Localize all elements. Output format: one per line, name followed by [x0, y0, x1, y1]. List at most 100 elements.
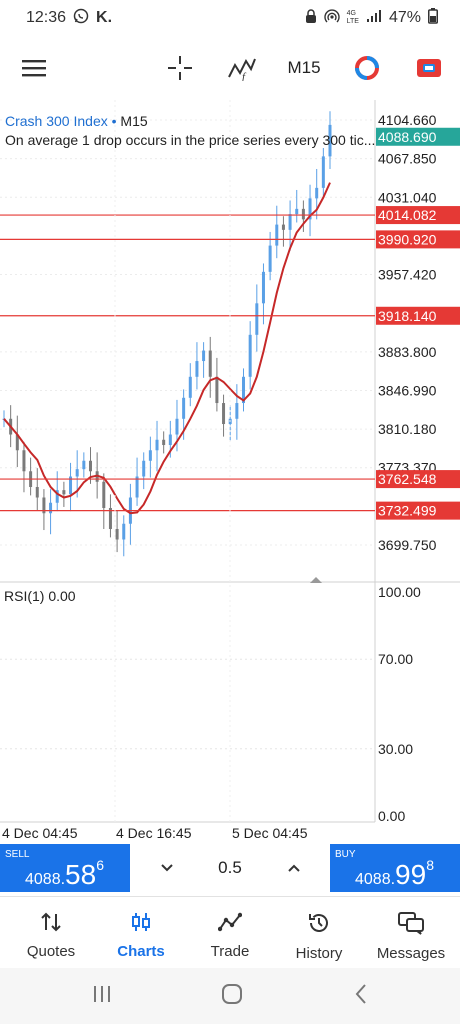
rsi-axis-label: 30.00: [378, 741, 413, 757]
lock-icon: [305, 8, 317, 28]
price-level-value: 3762.548: [378, 471, 437, 487]
price-axis-label: 4031.040: [378, 189, 437, 205]
candle-body: [75, 469, 79, 477]
nav-trade-label: Trade: [210, 943, 250, 960]
candle-body: [195, 361, 199, 377]
price-level-value: 3732.499: [378, 503, 437, 519]
messages-icon: [397, 911, 425, 939]
signal-icon: [366, 9, 382, 28]
charts-icon: [130, 911, 152, 937]
chart-toolbar: f M15: [0, 40, 460, 96]
scroll-marker: [310, 577, 322, 583]
svg-text:f: f: [242, 71, 247, 81]
symbol-description: On average 1 drop occurs in the price se…: [5, 132, 376, 148]
price-level-value: 3918.140: [378, 308, 437, 324]
nav-messages-label: Messages: [376, 945, 446, 962]
candle-body: [115, 528, 119, 540]
indicators-icon[interactable]: f: [224, 50, 260, 86]
candle-body: [275, 224, 279, 246]
price-level-value: 4014.082: [378, 207, 437, 223]
quotes-icon: [40, 911, 62, 937]
nav-charts-label: Charts: [117, 943, 165, 960]
home-icon[interactable]: [220, 982, 244, 1011]
candle-body: [208, 350, 212, 377]
timeframe-button[interactable]: M15: [280, 50, 328, 86]
rsi-axis-label: 100.00: [378, 584, 421, 600]
rsi-axis-label: 70.00: [378, 651, 413, 667]
chart-symbol-title: Crash 300 Index • M15: [5, 113, 148, 129]
candle-body: [288, 214, 292, 230]
candle-body: [261, 271, 265, 304]
battery-level: 47%: [388, 9, 421, 26]
sell-price: 4088.586: [25, 857, 104, 890]
chart-type-icon[interactable]: [350, 50, 384, 86]
candle-body: [62, 490, 66, 495]
sell-button[interactable]: SELL 4088.586: [0, 844, 130, 892]
nav-history[interactable]: History: [273, 897, 365, 969]
price-axis-label: 3810.180: [378, 421, 437, 437]
candle-body: [301, 208, 305, 220]
price-axis-label: 4104.660: [378, 112, 437, 128]
candle-body: [22, 450, 26, 472]
nav-history-label: History: [295, 945, 343, 962]
system-navigation-bar: [0, 968, 460, 1024]
network-type: 4G LTE: [346, 10, 359, 25]
candle-body: [35, 487, 39, 498]
status-bar: 12:36 K. 4G LTE 47%: [0, 0, 460, 36]
price-axis-label: 3846.990: [378, 382, 437, 398]
price-level-value: 3990.920: [378, 231, 437, 247]
hotspot-icon: [324, 8, 340, 29]
candle-body: [82, 460, 86, 470]
rsi-indicator-label: RSI(1) 0.00: [4, 588, 76, 604]
candle-body: [255, 303, 259, 335]
volume-decrease-button[interactable]: [155, 856, 179, 880]
bottom-navigation: Quotes Charts Trade History Messages: [0, 896, 460, 968]
moving-average-line: [3, 182, 331, 515]
nav-trade[interactable]: Trade: [184, 897, 276, 969]
back-icon[interactable]: [350, 982, 374, 1011]
candle-body: [182, 397, 186, 419]
one-click-trade-panel: SELL 4088.586 0.5 BUY 4088.998: [0, 844, 460, 892]
symbol-name: Crash 300 Index: [5, 113, 108, 129]
volume-increase-button[interactable]: [282, 856, 306, 880]
price-axis-label: 3883.800: [378, 344, 437, 360]
candle-body: [248, 334, 252, 377]
recent-apps-icon[interactable]: [90, 982, 114, 1011]
candle-body: [49, 502, 53, 514]
candle-body: [155, 439, 159, 451]
price-axis-label: 3957.420: [378, 267, 437, 283]
nav-messages[interactable]: Messages: [363, 897, 459, 969]
nav-charts[interactable]: Charts: [95, 897, 187, 969]
crosshair-icon[interactable]: [164, 50, 196, 86]
nav-quotes[interactable]: Quotes: [5, 897, 97, 969]
candle-body: [295, 208, 299, 215]
price-axis-label: 3699.750: [378, 537, 437, 553]
title-separator: •: [107, 113, 121, 129]
candle-body: [175, 418, 179, 435]
app-notification-label: K.: [96, 9, 113, 26]
candle-body: [222, 403, 226, 425]
candle-body: [122, 523, 126, 540]
one-click-trading-icon[interactable]: [412, 50, 446, 86]
trade-icon: [217, 911, 243, 937]
candle-body: [215, 376, 219, 404]
candle-body: [235, 403, 239, 419]
candle-body: [321, 156, 325, 188]
time-axis-label: 4 Dec 04:45: [2, 825, 78, 841]
buy-button[interactable]: BUY 4088.998: [330, 844, 460, 892]
price-chart[interactable]: 4104.660 4067.850 4031.040 3957.420 3883.800…: [0, 100, 460, 844]
volume-value[interactable]: 0.5: [200, 858, 260, 878]
current-price-value: 4088.690: [378, 129, 437, 145]
battery-icon: [428, 7, 438, 29]
price-axis-label: 4067.850: [378, 151, 437, 167]
clock: 12:36: [26, 9, 67, 26]
candle-body: [168, 434, 172, 446]
history-icon: [307, 911, 331, 939]
nav-quotes-label: Quotes: [26, 943, 76, 960]
time-axis-label: 5 Dec 04:45: [232, 825, 308, 841]
candle-body: [268, 245, 272, 272]
candle-body: [142, 460, 146, 477]
symbol-timeframe: M15: [120, 113, 148, 129]
menu-icon[interactable]: [18, 50, 50, 86]
candle-body: [162, 439, 166, 446]
